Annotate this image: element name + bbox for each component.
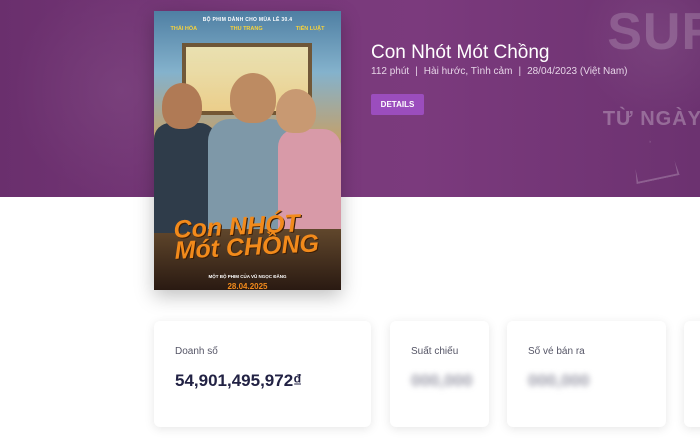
stat-card-revenue: Doanh số 54,901,495,972₫	[154, 321, 371, 427]
stat-card-partial	[684, 321, 700, 427]
stat-label: Suất chiếu	[411, 346, 459, 357]
stat-card-tickets: Số vé bán ra 000,000	[507, 321, 666, 427]
movie-title: Con Nhót Mót Chồng	[371, 42, 550, 63]
poster-tagline: BỘ PHIM DÀNH CHO MÙA LỄ 30.4	[202, 17, 293, 23]
poster-cast-2: THU TRANG	[230, 26, 263, 32]
meta-separator: |	[415, 66, 418, 77]
poster-director: MỘT BỘ PHIM CỦA VŨ NGỌC ĐÃNG	[208, 274, 287, 279]
poster-cast: THÁI HÒA THU TRANG TIẾN LUẬT	[154, 26, 341, 32]
movie-meta: 112 phút | Hài hước, Tình cảm | 28/04/20…	[371, 66, 628, 77]
poster-cast-3: TIẾN LUẬT	[295, 26, 325, 32]
movie-release: 28/04/2023 (Việt Nam)	[527, 66, 628, 77]
stat-label: Doanh số	[175, 346, 218, 357]
movie-poster: BỘ PHIM DÀNH CHO MÙA LỄ 30.4 THÁI HÒA TH…	[154, 11, 341, 290]
stat-label: Số vé bán ra	[528, 346, 585, 357]
hero-banner: SUR TỪ NGÀY	[0, 0, 700, 197]
poster-date: 28.04.2025	[227, 282, 268, 290]
poster-cast-1: THÁI HÒA	[170, 26, 198, 32]
details-button[interactable]: DETAILS	[371, 94, 424, 115]
hero-deco-text: SUR	[607, 3, 700, 61]
stat-value: 000,000	[411, 371, 473, 390]
hero-deco-subtext: TỪ NGÀY	[602, 108, 700, 130]
stat-value: 54,901,495,972₫	[175, 371, 302, 390]
stat-value: 000,000	[528, 371, 590, 390]
poster-title: Con NHÓT Mót CHỒNG	[172, 209, 320, 265]
movie-duration: 112 phút	[371, 66, 410, 77]
stat-card-showtimes: Suất chiếu 000,000	[390, 321, 489, 427]
meta-separator: |	[518, 66, 522, 77]
movie-genres: Hài hước, Tình cảm	[423, 66, 513, 77]
crown-icon	[628, 136, 679, 184]
